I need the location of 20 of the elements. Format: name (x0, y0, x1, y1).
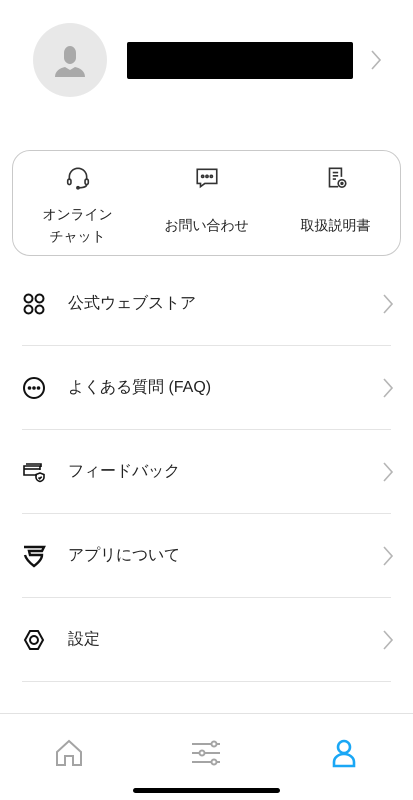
headset-icon (64, 165, 90, 191)
menu-item[interactable]: アプリについて (22, 514, 391, 598)
settings-icon (22, 628, 46, 652)
person-silhouette-icon (53, 43, 87, 77)
quick-action-button[interactable]: オンラインチャット (13, 165, 142, 251)
quick-action-button[interactable]: 取扱説明書 (271, 165, 400, 251)
more-circle-icon (22, 376, 46, 400)
menu-item[interactable]: 公式ウェブストア (22, 262, 391, 346)
menu-item[interactable]: 設定 (22, 598, 391, 682)
menu-item[interactable]: よくある質問 (FAQ) (22, 346, 391, 430)
chevron-right-icon (383, 630, 393, 650)
four-circles-icon (22, 292, 46, 316)
chevron-right-icon (371, 50, 381, 70)
chevron-right-icon (383, 294, 393, 314)
chevron-right-icon (383, 546, 393, 566)
menu-item[interactable]: フィードバック (22, 430, 391, 514)
chevron-right-icon (383, 378, 393, 398)
quick-action-button[interactable]: お問い合わせ (142, 165, 271, 251)
shield-logo-icon (22, 544, 46, 568)
chevron-right-icon (383, 462, 393, 482)
